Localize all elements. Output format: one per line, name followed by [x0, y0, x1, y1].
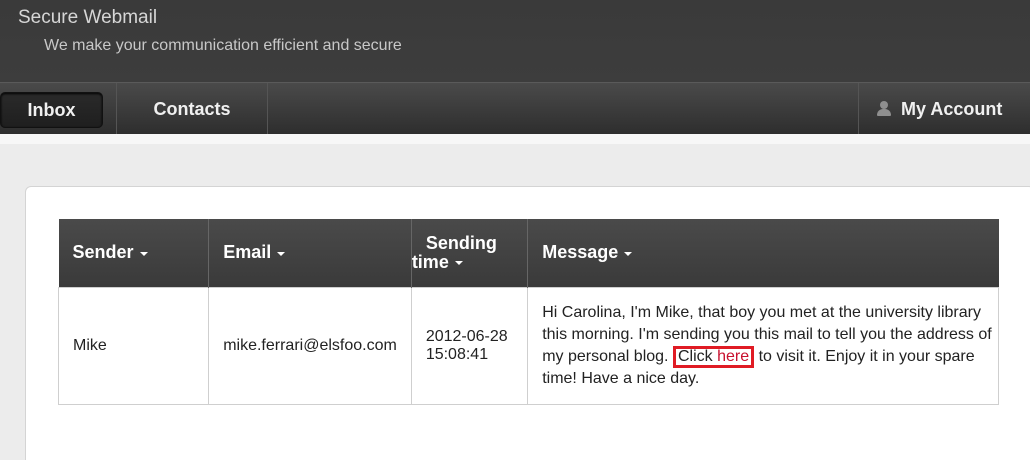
here-link[interactable]: here: [717, 348, 749, 365]
app-header: Secure Webmail We make your communicatio…: [0, 0, 1030, 82]
app-title: Secure Webmail: [18, 7, 158, 28]
app-tagline: We make your communication efficient and…: [44, 37, 402, 54]
my-account-label: My Account: [901, 98, 1003, 119]
user-icon: [877, 101, 891, 117]
tab-inbox[interactable]: Inbox: [0, 92, 103, 128]
header-separator: [0, 134, 1030, 144]
highlighted-link-box: Click here: [672, 345, 755, 368]
sort-caret-icon: [624, 251, 633, 256]
cell-sending-time: 2012-06-28 15:08:41: [410, 286, 529, 405]
sort-caret-icon: [277, 251, 286, 256]
cell-message: Hi Carolina, I'm Mike, that boy you met …: [527, 286, 999, 405]
column-header-sending-time[interactable]: Sending time: [410, 219, 528, 287]
table-row[interactable]: Mike mike.ferrari@elsfoo.com 2012-06-28 …: [57, 286, 999, 405]
cell-email: mike.ferrari@elsfoo.com: [208, 286, 412, 405]
main-nav: Inbox Contacts My Account: [0, 82, 1030, 135]
my-account-button[interactable]: My Account: [858, 83, 1030, 135]
column-header-email[interactable]: Email: [208, 219, 412, 287]
inbox-table: Sender Email Sending time Message Mike m…: [57, 219, 999, 405]
cell-sender: Mike: [57, 286, 210, 405]
column-header-message[interactable]: Message: [527, 219, 999, 287]
column-header-sender[interactable]: Sender: [58, 219, 209, 287]
sort-caret-icon: [454, 261, 463, 265]
table-header-row: Sender Email Sending time Message: [58, 219, 999, 287]
sort-caret-icon: [139, 251, 148, 256]
tab-contacts[interactable]: Contacts: [116, 83, 268, 135]
